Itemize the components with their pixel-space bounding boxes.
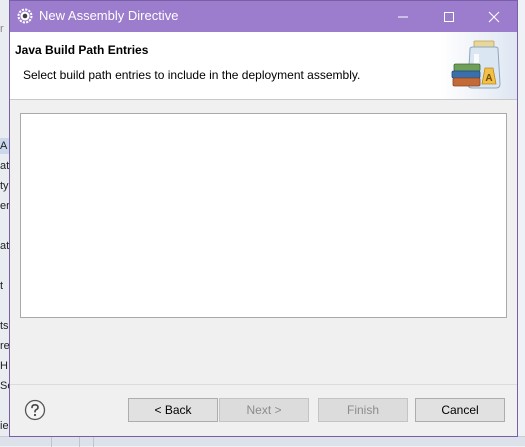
background-text-fragment: r <box>0 23 4 35</box>
background-text-fragment: ie <box>0 420 9 432</box>
maximize-icon <box>444 11 454 22</box>
title-bar[interactable]: New Assembly Directive <box>10 1 517 32</box>
background-text-fragment: Se <box>0 380 9 392</box>
page-description: Select build path entries to include in … <box>23 68 361 82</box>
help-icon <box>24 399 46 421</box>
back-button[interactable]: < Back <box>128 398 218 422</box>
background-text-fragment: at <box>0 160 9 172</box>
cancel-button[interactable]: Cancel <box>415 398 505 422</box>
next-button[interactable]: Next > <box>219 398 309 422</box>
background-text-fragment: re <box>0 340 9 352</box>
svg-text:A: A <box>485 73 492 84</box>
background-text-fragment: A <box>0 140 8 152</box>
new-assembly-directive-dialog: New Assembly Directive Java Build Path E… <box>9 0 518 437</box>
close-button[interactable] <box>471 1 517 32</box>
background-text-fragment: ts <box>0 320 9 332</box>
background-text-fragment: H <box>0 360 8 372</box>
eclipse-gear-icon <box>17 8 33 24</box>
background-status-bar <box>0 436 525 447</box>
minimize-button[interactable] <box>380 1 426 32</box>
background-text-fragment: t <box>0 280 4 292</box>
page-title: Java Build Path Entries <box>15 43 149 57</box>
maximize-button[interactable] <box>426 1 472 32</box>
background-ide-panel: r A at ty er at t ts re H Se ie <box>0 0 9 446</box>
window-title: New Assembly Directive <box>39 8 179 23</box>
footer-separator <box>10 384 517 385</box>
background-text-fragment: ty <box>0 180 9 192</box>
background-text-fragment: er <box>0 200 9 212</box>
build-path-entries-list[interactable] <box>20 113 507 318</box>
help-button[interactable] <box>24 399 46 421</box>
jar-library-banner-icon: A <box>440 32 517 99</box>
finish-button[interactable]: Finish <box>318 398 408 422</box>
wizard-header: Java Build Path Entries Select build pat… <box>10 32 517 100</box>
background-text-fragment: at <box>0 240 9 252</box>
close-icon <box>488 11 500 22</box>
minimize-icon <box>398 16 408 17</box>
